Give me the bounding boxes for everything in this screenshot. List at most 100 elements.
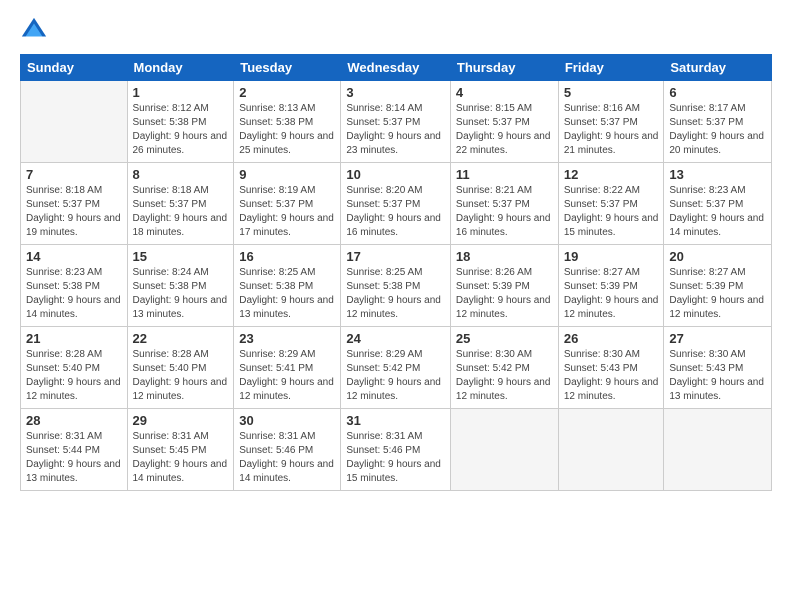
day-info: Sunrise: 8:31 AMSunset: 5:46 PMDaylight:… (239, 430, 335, 486)
day-info: Sunrise: 8:29 AMSunset: 5:42 PMDaylight:… (346, 348, 445, 404)
day-cell: 27Sunrise: 8:30 AMSunset: 5:43 PMDayligh… (664, 327, 772, 409)
day-cell: 6 Sunrise: 8:17 AMSunset: 5:37 PMDaylight… (664, 81, 772, 163)
calendar: SundayMondayTuesdayWednesdayThursdayFrid… (20, 54, 772, 491)
day-cell: 23 Sunrise: 8:29 AMSunset: 5:41 PMDayligh… (234, 327, 341, 409)
day-number: 1 (133, 85, 229, 100)
day-info: Sunrise: 8:30 AMSunset: 5:42 PMDaylight:… (456, 348, 553, 404)
day-number: 3 (346, 85, 445, 100)
day-number: 8 (133, 167, 229, 182)
day-cell (21, 81, 128, 163)
day-cell: 12 Sunrise: 8:22 AMSunset: 5:37 PMDayligh… (558, 163, 664, 245)
day-number: 13 (669, 167, 766, 182)
week-row-3: 21 Sunrise: 8:28 AMSunset: 5:40 PMDayligh… (21, 327, 772, 409)
day-number: 9 (239, 167, 335, 182)
day-cell: 17Sunrise: 8:25 AMSunset: 5:38 PMDayligh… (341, 245, 451, 327)
day-number: 31 (346, 413, 445, 428)
day-cell: 9 Sunrise: 8:19 AMSunset: 5:37 PMDaylight… (234, 163, 341, 245)
header-wednesday: Wednesday (341, 55, 451, 81)
day-number: 20 (669, 249, 766, 264)
day-cell: 3Sunrise: 8:14 AMSunset: 5:37 PMDaylight… (341, 81, 451, 163)
day-cell: 22 Sunrise: 8:28 AMSunset: 5:40 PMDayligh… (127, 327, 234, 409)
day-info: Sunrise: 8:20 AMSunset: 5:37 PMDaylight:… (346, 184, 445, 240)
day-info: Sunrise: 8:22 AMSunset: 5:37 PMDaylight:… (564, 184, 659, 240)
header-thursday: Thursday (450, 55, 558, 81)
day-info: Sunrise: 8:31 AMSunset: 5:44 PMDaylight:… (26, 430, 122, 486)
day-number: 10 (346, 167, 445, 182)
day-cell: 7 Sunrise: 8:18 AMSunset: 5:37 PMDaylight… (21, 163, 128, 245)
day-cell: 30Sunrise: 8:31 AMSunset: 5:46 PMDayligh… (234, 409, 341, 491)
day-info: Sunrise: 8:23 AMSunset: 5:38 PMDaylight:… (26, 266, 122, 322)
day-cell: 25 Sunrise: 8:30 AMSunset: 5:42 PMDayligh… (450, 327, 558, 409)
day-number: 12 (564, 167, 659, 182)
day-cell: 16 Sunrise: 8:25 AMSunset: 5:38 PMDayligh… (234, 245, 341, 327)
logo-icon (20, 16, 48, 44)
day-cell: 26Sunrise: 8:30 AMSunset: 5:43 PMDayligh… (558, 327, 664, 409)
day-number: 18 (456, 249, 553, 264)
day-info: Sunrise: 8:29 AMSunset: 5:41 PMDaylight:… (239, 348, 335, 404)
day-number: 21 (26, 331, 122, 346)
day-number: 23 (239, 331, 335, 346)
day-cell: 15Sunrise: 8:24 AMSunset: 5:38 PMDayligh… (127, 245, 234, 327)
day-info: Sunrise: 8:21 AMSunset: 5:37 PMDaylight:… (456, 184, 553, 240)
day-number: 27 (669, 331, 766, 346)
day-info: Sunrise: 8:15 AMSunset: 5:37 PMDaylight:… (456, 102, 553, 158)
day-number: 19 (564, 249, 659, 264)
day-info: Sunrise: 8:13 AMSunset: 5:38 PMDaylight:… (239, 102, 335, 158)
logo (20, 16, 52, 44)
day-info: Sunrise: 8:27 AMSunset: 5:39 PMDaylight:… (669, 266, 766, 322)
header-tuesday: Tuesday (234, 55, 341, 81)
header-friday: Friday (558, 55, 664, 81)
day-info: Sunrise: 8:30 AMSunset: 5:43 PMDaylight:… (564, 348, 659, 404)
day-number: 25 (456, 331, 553, 346)
week-row-4: 28 Sunrise: 8:31 AMSunset: 5:44 PMDayligh… (21, 409, 772, 491)
day-number: 2 (239, 85, 335, 100)
day-number: 11 (456, 167, 553, 182)
day-number: 24 (346, 331, 445, 346)
day-info: Sunrise: 8:31 AMSunset: 5:45 PMDaylight:… (133, 430, 229, 486)
day-cell: 21Sunrise: 8:28 AMSunset: 5:40 PMDayligh… (21, 327, 128, 409)
day-info: Sunrise: 8:17 AMSunset: 5:37 PMDaylight:… (669, 102, 766, 158)
day-cell: 14 Sunrise: 8:23 AMSunset: 5:38 PMDayligh… (21, 245, 128, 327)
day-info: Sunrise: 8:19 AMSunset: 5:37 PMDaylight:… (239, 184, 335, 240)
day-cell: 11 Sunrise: 8:21 AMSunset: 5:37 PMDayligh… (450, 163, 558, 245)
day-number: 22 (133, 331, 229, 346)
day-number: 14 (26, 249, 122, 264)
day-cell: 2 Sunrise: 8:13 AMSunset: 5:38 PMDaylight… (234, 81, 341, 163)
day-number: 28 (26, 413, 122, 428)
header-row: SundayMondayTuesdayWednesdayThursdayFrid… (21, 55, 772, 81)
day-cell: 1 Sunrise: 8:12 AMSunset: 5:38 PMDaylight… (127, 81, 234, 163)
day-info: Sunrise: 8:28 AMSunset: 5:40 PMDaylight:… (133, 348, 229, 404)
day-cell (450, 409, 558, 491)
header (20, 16, 772, 44)
day-cell: 20 Sunrise: 8:27 AMSunset: 5:39 PMDayligh… (664, 245, 772, 327)
day-info: Sunrise: 8:12 AMSunset: 5:38 PMDaylight:… (133, 102, 229, 158)
header-sunday: Sunday (21, 55, 128, 81)
day-cell: 5Sunrise: 8:16 AMSunset: 5:37 PMDaylight… (558, 81, 664, 163)
day-info: Sunrise: 8:24 AMSunset: 5:38 PMDaylight:… (133, 266, 229, 322)
page: SundayMondayTuesdayWednesdayThursdayFrid… (0, 0, 792, 612)
day-info: Sunrise: 8:26 AMSunset: 5:39 PMDaylight:… (456, 266, 553, 322)
header-saturday: Saturday (664, 55, 772, 81)
day-cell (558, 409, 664, 491)
day-info: Sunrise: 8:18 AMSunset: 5:37 PMDaylight:… (26, 184, 122, 240)
day-cell: 31 Sunrise: 8:31 AMSunset: 5:46 PMDayligh… (341, 409, 451, 491)
week-row-0: 1 Sunrise: 8:12 AMSunset: 5:38 PMDaylight… (21, 81, 772, 163)
day-number: 5 (564, 85, 659, 100)
day-cell: 18 Sunrise: 8:26 AMSunset: 5:39 PMDayligh… (450, 245, 558, 327)
day-cell: 24 Sunrise: 8:29 AMSunset: 5:42 PMDayligh… (341, 327, 451, 409)
day-info: Sunrise: 8:25 AMSunset: 5:38 PMDaylight:… (346, 266, 445, 322)
day-number: 6 (669, 85, 766, 100)
day-cell: 19Sunrise: 8:27 AMSunset: 5:39 PMDayligh… (558, 245, 664, 327)
day-number: 4 (456, 85, 553, 100)
day-cell (664, 409, 772, 491)
day-cell: 10 Sunrise: 8:20 AMSunset: 5:37 PMDayligh… (341, 163, 451, 245)
day-info: Sunrise: 8:25 AMSunset: 5:38 PMDaylight:… (239, 266, 335, 322)
day-number: 7 (26, 167, 122, 182)
week-row-2: 14 Sunrise: 8:23 AMSunset: 5:38 PMDayligh… (21, 245, 772, 327)
day-number: 16 (239, 249, 335, 264)
day-cell: 28 Sunrise: 8:31 AMSunset: 5:44 PMDayligh… (21, 409, 128, 491)
day-info: Sunrise: 8:31 AMSunset: 5:46 PMDaylight:… (346, 430, 445, 486)
day-cell: 13Sunrise: 8:23 AMSunset: 5:37 PMDayligh… (664, 163, 772, 245)
day-info: Sunrise: 8:18 AMSunset: 5:37 PMDaylight:… (133, 184, 229, 240)
day-cell: 8 Sunrise: 8:18 AMSunset: 5:37 PMDaylight… (127, 163, 234, 245)
